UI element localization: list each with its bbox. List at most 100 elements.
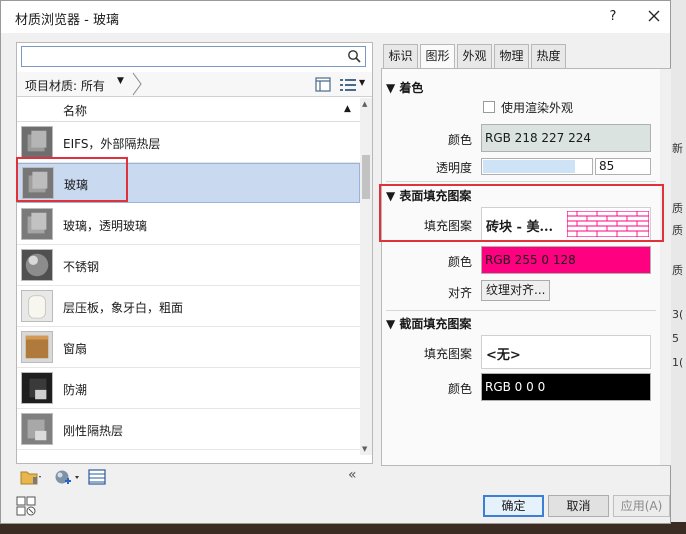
surface-align-label: 对齐 bbox=[447, 286, 472, 300]
library-folder-icon[interactable] bbox=[20, 469, 42, 485]
cut-color-swatch[interactable]: RGB 0 0 0 bbox=[481, 373, 651, 401]
surface-pattern-value: 砖块 - 美... bbox=[486, 220, 554, 235]
background-glyph: 3( bbox=[672, 308, 684, 321]
list-item[interactable]: 不锈钢 bbox=[17, 246, 360, 286]
panel-view-icon[interactable] bbox=[315, 77, 331, 92]
section-surface-pattern-title: 表面填充图案 bbox=[399, 189, 472, 203]
list-item-label: 不锈钢 bbox=[63, 260, 100, 274]
list-item[interactable]: EIFS，外部隔热层 bbox=[17, 123, 360, 163]
texture-align-button[interactable]: 纹理对齐... bbox=[481, 280, 551, 301]
dropdown-arrow-icon[interactable]: ▼ bbox=[117, 76, 124, 86]
divider bbox=[386, 181, 656, 182]
window-title: 材质浏览器 - 玻璃 bbox=[15, 13, 119, 28]
cut-pattern-value: <无> bbox=[486, 348, 521, 363]
tab-thermal[interactable]: 热度 bbox=[531, 44, 566, 68]
transparency-slider-fill bbox=[483, 160, 575, 173]
list-item[interactable]: 窗扇 bbox=[17, 328, 360, 368]
column-header-name[interactable]: 名称 ▲ bbox=[17, 98, 360, 122]
close-button[interactable] bbox=[641, 4, 667, 28]
scroll-down-icon[interactable]: ▼ bbox=[362, 445, 367, 453]
background-glyph: 1( bbox=[672, 356, 684, 369]
background-glyph: 质 bbox=[672, 224, 683, 237]
material-thumbnail-icon bbox=[21, 372, 53, 404]
list-item-label: 窗扇 bbox=[63, 342, 88, 356]
tab-graphics[interactable]: 图形 bbox=[420, 44, 455, 69]
list-scrollbar[interactable]: ▲ ▼ bbox=[360, 98, 372, 455]
background-app-strip: 新 质 质 质 3( 5 1( bbox=[670, 0, 686, 534]
material-thumbnail-icon bbox=[21, 331, 53, 363]
help-button[interactable]: ? bbox=[601, 6, 625, 28]
ok-button[interactable]: 确定 bbox=[483, 495, 544, 517]
graphics-properties-panel: ▼ 着色 使用渲染外观 颜色 RGB 218 227 224 透明度 85 ▼ … bbox=[381, 68, 671, 466]
shading-color-label: 颜色 bbox=[447, 133, 472, 147]
section-shading-title: 着色 bbox=[399, 81, 424, 95]
list-item[interactable]: 层压板，象牙白，粗面 bbox=[17, 287, 360, 327]
scroll-up-icon[interactable]: ▲ bbox=[362, 100, 367, 108]
close-icon bbox=[648, 10, 660, 22]
list-item[interactable]: 刚性隔热层 bbox=[17, 410, 360, 450]
background-glyph: 5 bbox=[672, 332, 679, 345]
list-view-dropdown-icon[interactable]: ▼ bbox=[359, 78, 365, 87]
background-glyph: 质 bbox=[672, 202, 683, 215]
transparency-label: 透明度 bbox=[435, 161, 472, 175]
brick-pattern-preview bbox=[567, 211, 649, 237]
material-list-panel: 项目材质: 所有 ▼ ▼ 名称 ▲ EIFS，外部隔热层 玻璃 玻璃，透明玻璃 … bbox=[16, 42, 373, 464]
background-glyph: 质 bbox=[672, 264, 683, 277]
tab-identity[interactable]: 标识 bbox=[383, 44, 418, 68]
column-header-label: 名称 bbox=[63, 104, 88, 118]
cut-pattern-field[interactable]: <无> bbox=[481, 335, 651, 369]
collapse-library-icon[interactable]: « bbox=[348, 467, 357, 483]
surface-color-label: 颜色 bbox=[447, 255, 472, 269]
material-thumbnail-icon bbox=[21, 413, 53, 445]
surface-pattern-label: 填充图案 bbox=[423, 219, 472, 233]
list-item-label: 层压板，象牙白，粗面 bbox=[63, 301, 184, 315]
list-item[interactable]: 防潮 bbox=[17, 369, 360, 409]
breadcrumb-chevron-icon bbox=[132, 72, 142, 96]
search-box[interactable] bbox=[21, 46, 366, 67]
cut-color-label: 颜色 bbox=[447, 382, 472, 396]
transparency-slider[interactable] bbox=[481, 158, 593, 175]
list-item-label: 防潮 bbox=[63, 383, 88, 397]
list-view-icon[interactable] bbox=[339, 77, 357, 92]
scroll-thumb[interactable] bbox=[362, 155, 370, 199]
background-glyph: 新 bbox=[672, 142, 683, 155]
apply-button[interactable]: 应用(A) bbox=[613, 495, 670, 517]
list-item[interactable]: 玻璃，透明玻璃 bbox=[17, 205, 360, 245]
surface-color-swatch[interactable]: RGB 255 0 128 bbox=[481, 246, 651, 274]
list-item[interactable]: 玻璃 bbox=[17, 163, 360, 203]
section-cut-pattern[interactable]: ▼ 截面填充图案 bbox=[386, 315, 471, 332]
divider bbox=[386, 310, 656, 311]
list-item-label: 玻璃，透明玻璃 bbox=[63, 219, 148, 233]
filter-dropdown[interactable]: 项目材质: 所有 bbox=[25, 77, 105, 94]
use-render-appearance-checkbox[interactable] bbox=[483, 101, 495, 113]
use-render-appearance-label: 使用渲染外观 bbox=[501, 101, 574, 115]
search-input[interactable] bbox=[22, 47, 340, 66]
material-assets-icon[interactable] bbox=[16, 496, 36, 516]
material-list: EIFS，外部隔热层 玻璃 玻璃，透明玻璃 不锈钢 层压板，象牙白，粗面 窗扇 … bbox=[17, 123, 360, 453]
section-shading[interactable]: ▼ 着色 bbox=[386, 79, 423, 96]
material-thumbnail-icon bbox=[21, 249, 53, 281]
add-material-icon[interactable] bbox=[54, 469, 80, 485]
material-thumbnail-icon bbox=[21, 126, 53, 158]
search-icon[interactable] bbox=[347, 49, 361, 63]
section-cut-pattern-title: 截面填充图案 bbox=[399, 317, 472, 331]
transparency-value-field[interactable]: 85 bbox=[595, 158, 651, 175]
tab-physical[interactable]: 物理 bbox=[494, 44, 529, 68]
cancel-button[interactable]: 取消 bbox=[548, 495, 609, 517]
filter-bar: 项目材质: 所有 ▼ ▼ bbox=[17, 72, 372, 97]
material-thumbnail-icon bbox=[22, 167, 54, 199]
cut-pattern-label: 填充图案 bbox=[423, 347, 472, 361]
material-thumbnail-icon bbox=[21, 290, 53, 322]
section-surface-pattern[interactable]: ▼ 表面填充图案 bbox=[386, 187, 471, 204]
surface-pattern-field[interactable]: 砖块 - 美... bbox=[481, 207, 651, 241]
list-item-label: EIFS，外部隔热层 bbox=[63, 137, 161, 151]
sort-ascending-icon: ▲ bbox=[344, 104, 351, 114]
title-bar: 材质浏览器 - 玻璃 ? bbox=[1, 1, 670, 33]
list-item-label: 刚性隔热层 bbox=[63, 424, 124, 438]
list-item[interactable] bbox=[17, 451, 360, 453]
material-editor-icon[interactable] bbox=[88, 469, 106, 485]
shading-color-swatch[interactable]: RGB 218 227 224 bbox=[481, 124, 651, 152]
list-item-label: 玻璃 bbox=[64, 178, 89, 192]
tab-appearance[interactable]: 外观 bbox=[457, 44, 492, 68]
properties-scrollbar[interactable] bbox=[660, 69, 671, 465]
